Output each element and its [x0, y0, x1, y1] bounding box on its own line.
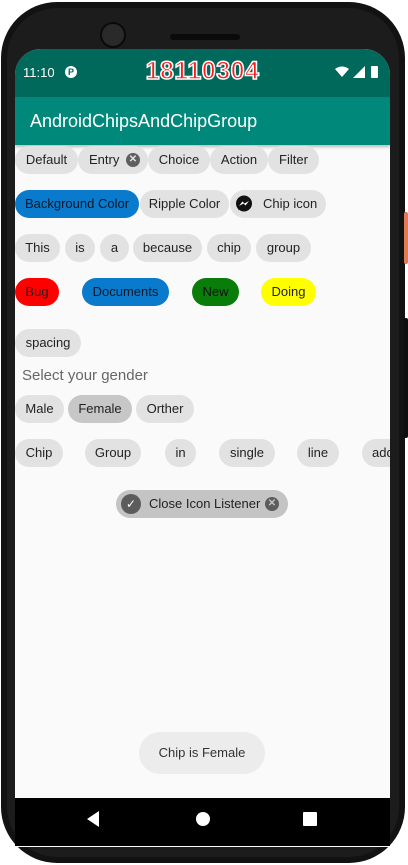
chip-icon[interactable]: Chip icon: [230, 190, 326, 218]
chip-this[interactable]: This: [15, 234, 60, 262]
chip-in[interactable]: in: [165, 439, 196, 467]
chip-spacing[interactable]: spacing: [15, 329, 81, 357]
chip-orther[interactable]: Orther: [136, 395, 194, 423]
chip-background-color[interactable]: Background Color: [15, 190, 139, 218]
chip-doing[interactable]: Doing: [261, 278, 316, 306]
chip-line[interactable]: line: [297, 439, 339, 467]
chip-entry[interactable]: Entry ✕: [78, 146, 148, 174]
chip-single[interactable]: single: [219, 439, 275, 467]
recents-icon[interactable]: [302, 810, 318, 828]
chip-chip[interactable]: chip: [207, 234, 251, 262]
chip-action[interactable]: Action: [210, 146, 268, 174]
front-camera: [100, 22, 126, 48]
app-title: AndroidChipsAndChipGroup: [30, 111, 258, 131]
back-icon[interactable]: [85, 810, 101, 828]
wifi-icon: [335, 66, 349, 77]
chip-chip-line[interactable]: Chip: [15, 439, 63, 467]
chip-ripple-color[interactable]: Ripple Color: [140, 190, 229, 218]
gender-label: Select your gender: [22, 367, 148, 384]
chip-filter[interactable]: Filter: [268, 146, 319, 174]
chip-documents[interactable]: Documents: [82, 278, 169, 306]
chip-new[interactable]: New: [192, 278, 239, 306]
app-bar: AndroidChipsAndChipGroup: [15, 97, 390, 145]
earpiece-speaker: [170, 34, 240, 40]
status-icons: [335, 66, 378, 78]
navigation-bar: [15, 798, 390, 846]
signal-icon: [353, 66, 365, 78]
home-icon[interactable]: [195, 810, 211, 828]
chip-choice[interactable]: Choice: [148, 146, 210, 174]
chip-group[interactable]: group: [256, 234, 311, 262]
close-icon[interactable]: ✕: [265, 497, 279, 511]
messenger-icon: [236, 195, 252, 212]
chip-is[interactable]: is: [65, 234, 95, 262]
toast: Chip is Female: [139, 732, 265, 774]
close-icon[interactable]: ✕: [126, 153, 140, 167]
chip-close-icon-listener[interactable]: ✓ Close Icon Listener ✕: [116, 490, 288, 518]
chip-a[interactable]: a: [100, 234, 129, 262]
chip-group-line[interactable]: Group: [85, 439, 141, 467]
chip-bug[interactable]: Bug: [15, 278, 59, 306]
chip-because[interactable]: because: [133, 234, 202, 262]
chip-add[interactable]: add: [362, 439, 390, 467]
screen: 11:10 P 18110304 AndroidChipsAndChipGrou…: [15, 49, 390, 847]
side-button: [404, 212, 408, 264]
status-bar: 11:10 P 18110304: [15, 49, 390, 97]
side-button: [404, 318, 408, 438]
chip-default[interactable]: Default: [15, 146, 78, 174]
battery-icon: [371, 66, 378, 78]
chip-female[interactable]: Female: [68, 395, 132, 423]
chip-male[interactable]: Male: [15, 395, 64, 423]
check-icon: ✓: [121, 494, 141, 514]
